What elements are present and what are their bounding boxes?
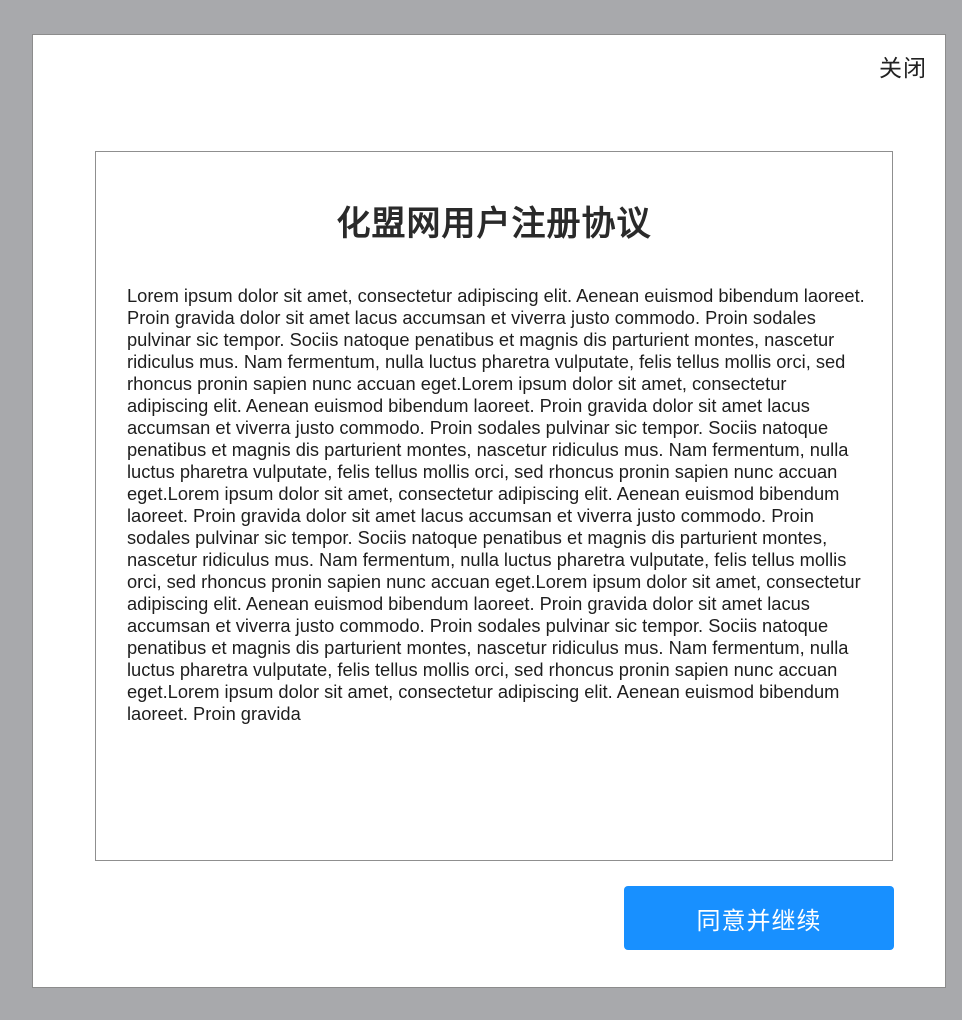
close-button[interactable]: 关闭 — [879, 49, 927, 83]
agreement-content-box[interactable]: 化盟网用户注册协议 Lorem ipsum dolor sit amet, co… — [95, 151, 893, 861]
agreement-text: Lorem ipsum dolor sit amet, consectetur … — [127, 285, 865, 724]
registration-agreement-dialog: 关闭 化盟网用户注册协议 Lorem ipsum dolor sit amet,… — [32, 34, 946, 988]
agreement-title: 化盟网用户注册协议 — [336, 204, 652, 244]
agree-and-continue-button[interactable]: 同意并继续 — [624, 886, 894, 950]
